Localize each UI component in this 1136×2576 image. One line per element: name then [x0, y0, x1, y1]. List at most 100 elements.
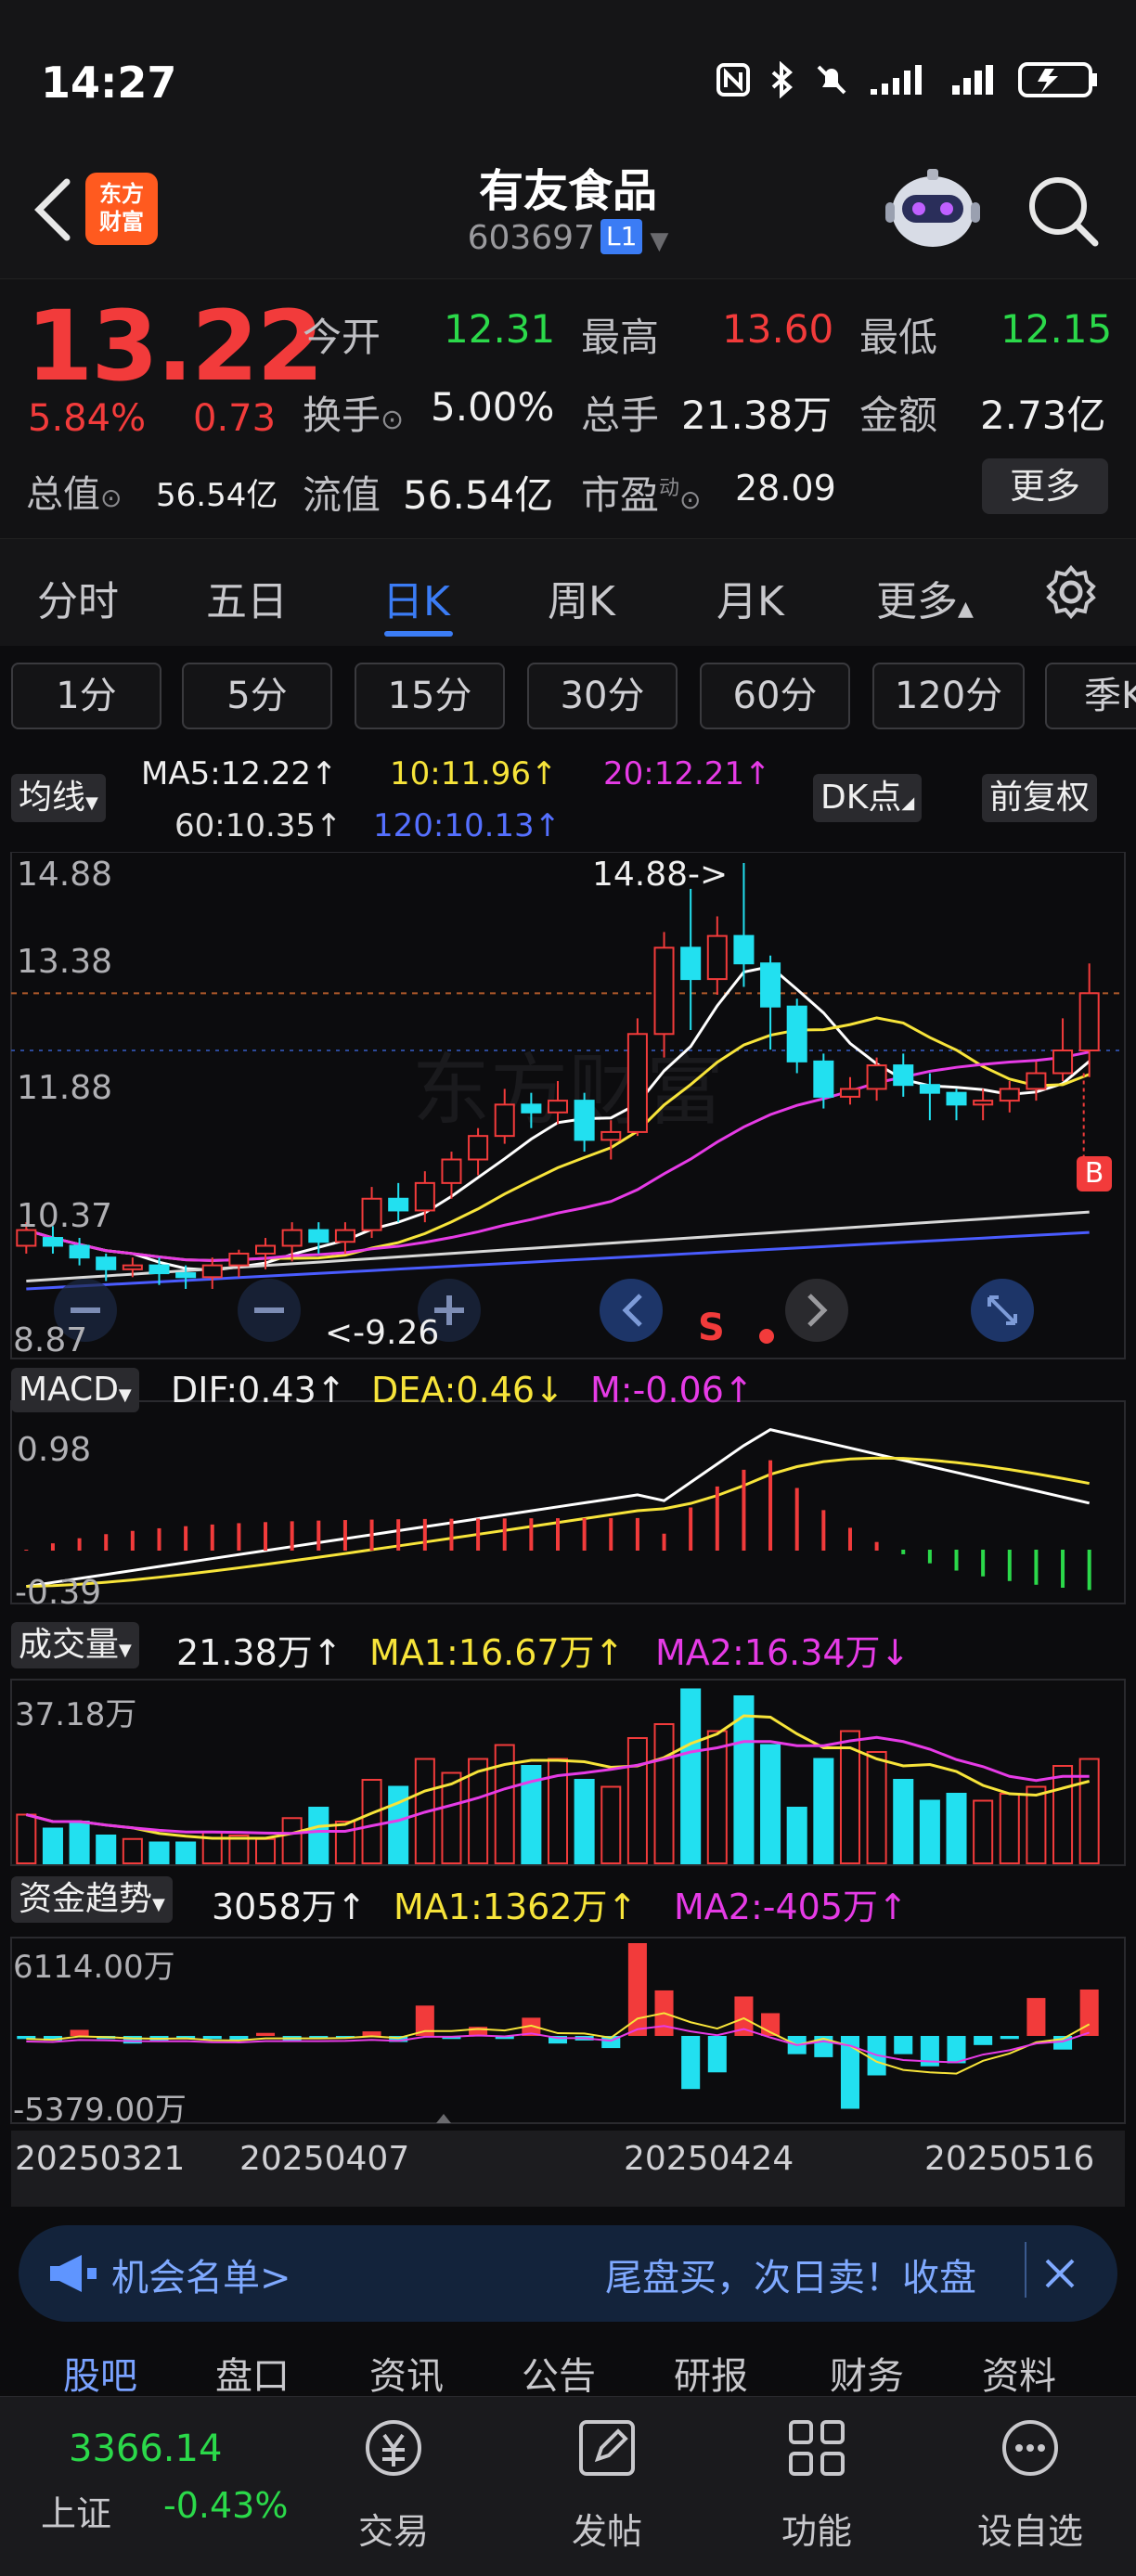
adjust-button[interactable]: 前复权 [982, 774, 1098, 822]
dk-point-button[interactable]: DK点◢ [813, 774, 923, 822]
candle-body [946, 1091, 967, 1106]
tab-monthly-k[interactable]: 月K [716, 568, 784, 627]
close-icon[interactable] [1041, 2255, 1078, 2292]
macd-dea: DEA:0.46↓ [371, 1370, 564, 1410]
tab-finance[interactable]: 财务 [830, 2346, 904, 2400]
macd-selector[interactable]: MACD▼ [11, 1368, 139, 1412]
tab-more[interactable]: 更多▲ [876, 568, 974, 627]
chevron-right-icon[interactable] [785, 1279, 848, 1342]
nav-post[interactable]: 发帖 [542, 2413, 672, 2554]
float-mv-value: 56.54亿 [403, 472, 554, 518]
volume-bar [175, 1841, 197, 1864]
high-label: 最高 [581, 315, 660, 360]
tab-announce[interactable]: 公告 [522, 2346, 596, 2400]
turnover-label[interactable]: 换手⊙ [303, 384, 404, 441]
tab-daily-k[interactable]: 日K [382, 568, 450, 627]
candle-body [813, 1060, 834, 1098]
open-label: 今开 [303, 315, 381, 360]
candle-body [494, 1103, 515, 1138]
fund-y-bottom: -5379.00万 [13, 2092, 187, 2129]
minus-icon[interactable] [238, 1279, 301, 1342]
date-label-2: 20250407 [239, 2140, 410, 2178]
candle-body [69, 1244, 90, 1259]
gear-icon[interactable] [1043, 564, 1099, 620]
tab-profile[interactable]: 资料 [982, 2346, 1056, 2400]
volume-bar [946, 1793, 967, 1864]
candle-body [547, 1100, 569, 1114]
high-annotation: 14.88-> [592, 856, 729, 894]
index-value[interactable]: 3366.14 [69, 2428, 222, 2470]
stock-code: 603697 [467, 219, 595, 257]
volume-bar [1026, 1785, 1047, 1864]
ma120-value: 120:10.13↑ [373, 807, 562, 844]
volume-y-top: 37.18万 [15, 1696, 137, 1733]
tab-pankou[interactable]: 盘口 [215, 2346, 290, 2400]
pe-label[interactable]: 市盈动⊙ [581, 464, 702, 521]
ma-selector[interactable]: 均线▼ [11, 774, 106, 822]
volume-bar [680, 1688, 702, 1864]
nav-settings[interactable]: 设自选 [965, 2413, 1095, 2554]
volume-bar [760, 1744, 781, 1864]
fund-selector[interactable]: 资金趋势▼ [11, 1876, 173, 1923]
candle-body [308, 1229, 329, 1243]
signal-icon [871, 65, 922, 95]
tab-guba[interactable]: 股吧 [63, 2346, 137, 2400]
kline-chart[interactable]: 东方财富 [0, 852, 1136, 2207]
nav-trade[interactable]: 交易 [329, 2413, 458, 2554]
low-value: 12.15 [1000, 306, 1113, 352]
y-label-1: 14.88 [17, 856, 113, 894]
candle-body [334, 1229, 355, 1243]
candle-body [42, 1237, 63, 1247]
tab-intraday[interactable]: 分时 [37, 568, 119, 627]
y-label-4: 10.37 [17, 1197, 113, 1235]
candle-body [388, 1197, 409, 1212]
status-icons [715, 59, 1099, 100]
tab-active-indicator [384, 631, 453, 637]
min-30-button[interactable]: 30分 [527, 663, 678, 729]
min-60-button[interactable]: 60分 [700, 663, 850, 729]
volume-bar [334, 1821, 355, 1864]
min-5-button[interactable]: 5分 [182, 663, 332, 729]
candle-body [281, 1229, 303, 1247]
macd-y-bottom: -0.39 [15, 1574, 102, 1612]
candle-body [414, 1181, 435, 1212]
search-icon[interactable] [1021, 169, 1104, 252]
volume-value: 21.38万↑ [176, 1632, 342, 1673]
change-percent: 5.84% [28, 397, 147, 440]
tab-weekly-k[interactable]: 周K [548, 568, 615, 627]
chevron-left-icon[interactable] [600, 1279, 663, 1342]
volume-bar [122, 1837, 143, 1864]
grid-icon [789, 2420, 845, 2476]
fund-value: 3058万↑ [212, 1887, 367, 1927]
more-button[interactable]: 更多 [982, 458, 1108, 514]
tab-five-day[interactable]: 五日 [206, 568, 288, 627]
candle-body [175, 1272, 197, 1279]
tab-research[interactable]: 研报 [674, 2346, 748, 2400]
fund-bar [707, 2036, 727, 2073]
buy-mark: B [1077, 1156, 1112, 1191]
candle-body [361, 1197, 382, 1231]
nav-function[interactable]: 功能 [752, 2413, 882, 2554]
battery-icon [1018, 62, 1097, 97]
megaphone-icon [50, 2255, 97, 2292]
index-change: -0.43% [163, 2485, 289, 2526]
volume-bar [600, 1785, 622, 1864]
status-time: 14:27 [41, 58, 177, 108]
chevron-down-icon: ▼ [650, 227, 669, 255]
min-1-button[interactable]: 1分 [11, 663, 161, 729]
candle-body [919, 1084, 940, 1094]
y-label-5: 8.87 [13, 1321, 88, 1359]
volume-selector[interactable]: 成交量▼ [11, 1622, 139, 1668]
robot-assistant-icon[interactable] [882, 163, 984, 256]
float-mv-label: 流值 [303, 472, 381, 518]
min-15-button[interactable]: 15分 [355, 663, 505, 729]
volume-bar [96, 1835, 117, 1864]
fullscreen-icon[interactable] [971, 1279, 1034, 1342]
season-k-button[interactable]: 季K [1045, 663, 1136, 729]
fund-bar [1000, 2036, 1019, 2040]
tab-news[interactable]: 资讯 [369, 2346, 444, 2400]
signal-dot [759, 1329, 774, 1344]
min-120-button[interactable]: 120分 [872, 663, 1025, 729]
total-mv-label[interactable]: 总值⊙ [26, 464, 122, 518]
volume-bar [786, 1807, 807, 1864]
